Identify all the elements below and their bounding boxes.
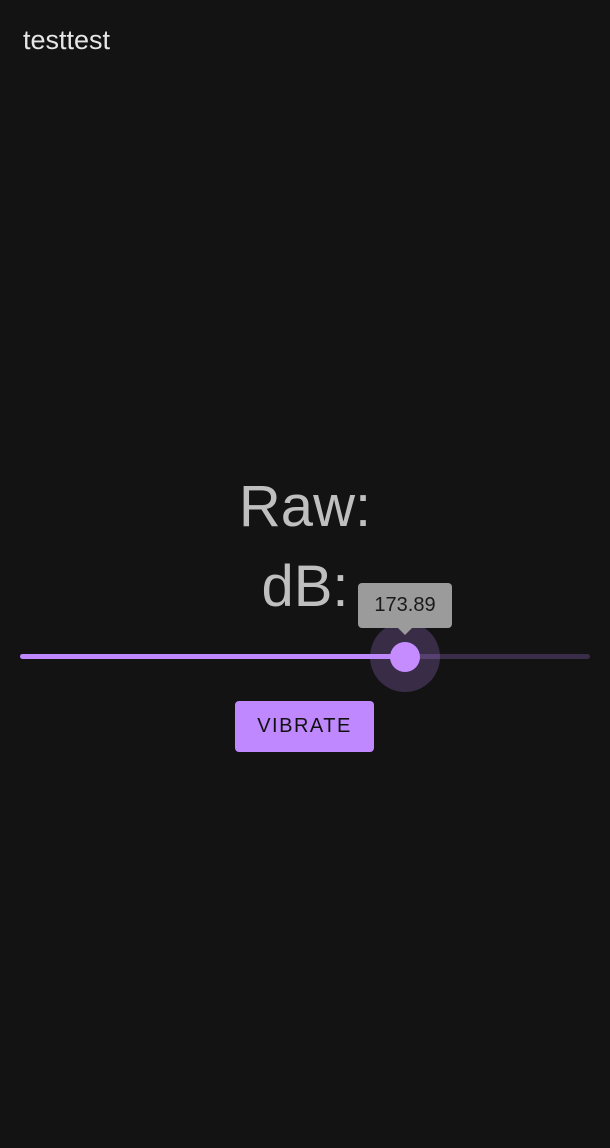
slider-value-tooltip: 173.89 bbox=[358, 583, 452, 628]
value-slider[interactable]: 173.89 bbox=[20, 583, 590, 692]
raw-readout: Raw: bbox=[238, 474, 372, 539]
slider-active-track bbox=[20, 654, 405, 659]
vibrate-button[interactable]: VIBRATE bbox=[235, 701, 374, 752]
tooltip-arrow-icon bbox=[398, 628, 412, 635]
app-title: testtest bbox=[23, 25, 111, 55]
db-readout: dB: bbox=[261, 554, 349, 619]
slider-thumb[interactable] bbox=[390, 642, 420, 672]
app-screen: testtest Raw: dB: 173.89 VIBRATE bbox=[0, 0, 610, 1148]
